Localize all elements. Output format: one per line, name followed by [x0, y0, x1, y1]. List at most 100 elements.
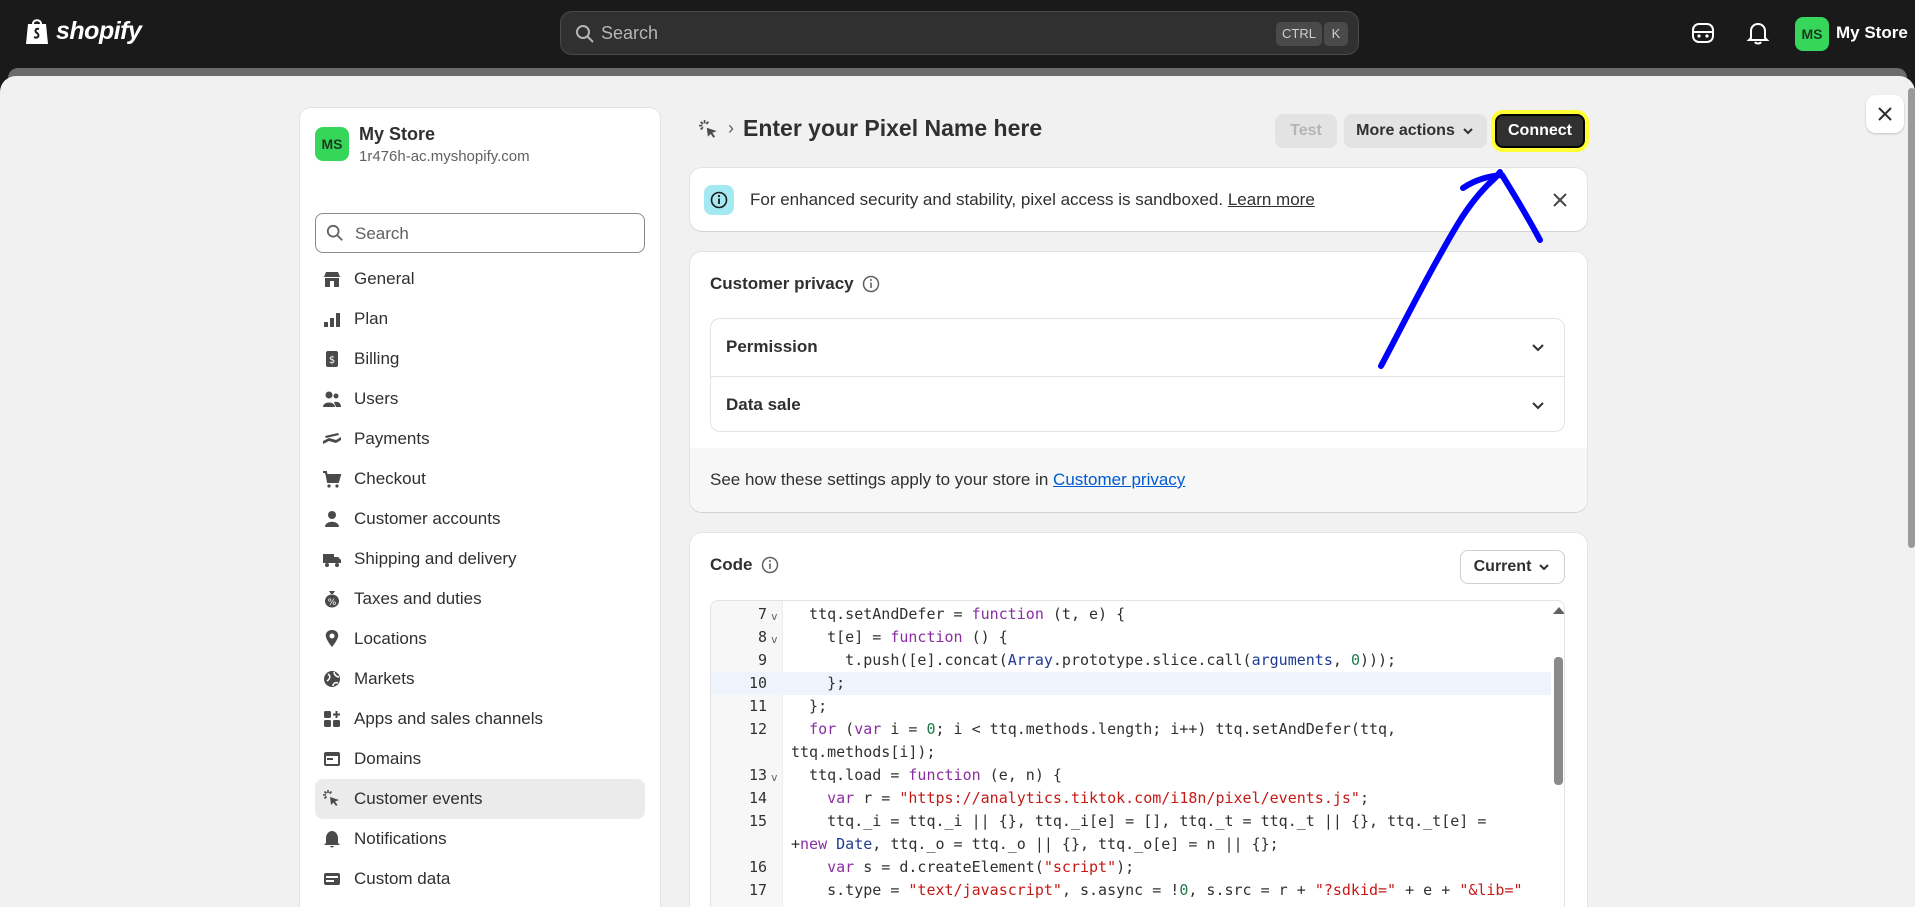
info-icon[interactable] [862, 275, 880, 293]
code-editor[interactable]: 7v ttq.setAndDefer = function (t, e) {8 v… [710, 600, 1565, 907]
shortcut-ctrl-key: CTRL [1276, 22, 1322, 46]
code-card: Code Current 7v ttq.setAndDefer = functi… [690, 533, 1587, 907]
code-line: 12 for (var i = 0; i < ttq.methods.lengt… [711, 718, 1551, 741]
scroll-up-icon[interactable] [1553, 607, 1564, 614]
shopify-logo[interactable]: shopify [24, 16, 142, 46]
customer-privacy-link[interactable]: Customer privacy [1053, 470, 1185, 489]
line-number: 10 [748, 674, 767, 692]
line-number: 8 [757, 628, 767, 646]
store-icon [324, 272, 340, 287]
line-number: 9 [757, 651, 767, 669]
more-actions-label: More actions [1356, 122, 1455, 139]
globe-icon [324, 671, 340, 687]
sidebar-item-label: Custom data [354, 869, 451, 888]
brand-name: shopify [56, 16, 142, 45]
code-text: }; [791, 674, 846, 692]
sidebar-item-label: Apps and sales channels [354, 709, 544, 728]
sidebar-item-markets[interactable]: Markets [315, 659, 645, 699]
code-text: t.push([e].concat(Array.prototype.slice.… [791, 651, 1397, 669]
sidebar-item-customer-accounts[interactable]: Customer accounts [315, 499, 645, 539]
permission-label: Permission [726, 337, 818, 356]
svg-text:$: $ [329, 355, 335, 366]
settings-search-input[interactable]: Search [315, 213, 645, 253]
settings-nav: General Plan $ Billing Users Payments Ch… [315, 259, 645, 899]
chevron-down-icon [1532, 344, 1544, 352]
page-scrollbar[interactable] [1908, 76, 1915, 907]
cursor-click-icon [323, 790, 339, 806]
info-icon [704, 185, 734, 215]
payments-icon [323, 433, 341, 444]
code-line: 15 ttq._i = ttq._i || {}, ttq._i[e] = []… [711, 810, 1551, 833]
billing-icon: $ [326, 351, 338, 367]
sidebar-item-apps[interactable]: Apps and sales channels [315, 699, 645, 739]
permission-accordion-row[interactable]: Permission [711, 319, 1564, 375]
store-switcher[interactable]: MS My Store 1r476h-ac.myshopify.com [315, 122, 530, 168]
info-icon[interactable] [761, 556, 779, 574]
code-text: var s = d.createElement("script"); [827, 858, 1135, 876]
sidebar-store-url: 1r476h-ac.myshopify.com [359, 148, 530, 165]
connect-button[interactable]: Connect [1495, 114, 1585, 148]
global-search-input[interactable]: Search CTRL K [560, 11, 1359, 55]
learn-more-link[interactable]: Learn more [1228, 190, 1315, 209]
privacy-footer: See how these settings apply to your sto… [690, 448, 1587, 512]
apps-icon [324, 711, 340, 727]
close-settings-button[interactable] [1866, 95, 1904, 133]
sidebar-item-label: Taxes and duties [354, 589, 482, 608]
sidebar-item-plan[interactable]: Plan [315, 299, 645, 339]
customer-privacy-heading: Customer privacy [710, 274, 854, 293]
plan-icon [324, 313, 340, 327]
fold-chevron-icon[interactable]: v [771, 628, 778, 651]
sidebar-item-payments[interactable]: Payments [315, 419, 645, 459]
version-select[interactable]: Current [1460, 550, 1565, 584]
sidebar-item-taxes[interactable]: % Taxes and duties [315, 579, 645, 619]
editor-scrollbar[interactable] [1551, 601, 1564, 907]
sidebar-item-customer-events[interactable]: Customer events [315, 779, 645, 819]
privacy-footer-text: See how these settings apply to your sto… [710, 470, 1185, 490]
editor-scrollbar-thumb[interactable] [1554, 657, 1563, 785]
customer-privacy-title: Customer privacy [710, 274, 880, 294]
line-number: 7 [757, 605, 767, 623]
search-icon [576, 25, 594, 43]
privacy-accordion: Permission Data sale [710, 318, 1565, 432]
more-actions-button[interactable]: More actions [1344, 114, 1487, 148]
fold-chevron-icon[interactable]: v [771, 605, 778, 628]
sidebar-item-locations[interactable]: Locations [315, 619, 645, 659]
data-sale-label: Data sale [726, 395, 801, 414]
banner-text: For enhanced security and stability, pix… [750, 190, 1315, 210]
sidebar-item-label: Customer events [354, 789, 483, 808]
store-name-top[interactable]: My Store [1836, 23, 1908, 43]
sidebar-item-notifications[interactable]: Notifications [315, 819, 645, 859]
sidebar-item-label: Notifications [354, 829, 447, 848]
sidebar-item-checkout[interactable]: Checkout [315, 459, 645, 499]
data-sale-accordion-row[interactable]: Data sale [711, 376, 1564, 432]
sidebar-item-label: Shipping and delivery [354, 549, 517, 568]
sidebar-item-general[interactable]: General [315, 259, 645, 299]
page-scrollbar-thumb[interactable] [1908, 88, 1915, 548]
sidebar-item-users[interactable]: Users [315, 379, 645, 419]
search-placeholder: Search [601, 23, 659, 43]
code-text: +new Date, ttq._o = ttq._o || {}, ttq._o… [791, 835, 1279, 853]
page-header: › Enter your Pixel Name here Test More a… [690, 110, 1587, 150]
bell-icon [324, 831, 340, 848]
code-line: 11 }; [711, 695, 1551, 718]
code-text: var r = "https://analytics.tiktok.com/i1… [827, 789, 1369, 807]
test-button[interactable]: Test [1275, 114, 1337, 148]
version-label: Current [1473, 558, 1532, 575]
sidebar-item-custom-data[interactable]: Custom data [315, 859, 645, 899]
sidebar-item-domains[interactable]: Domains [315, 739, 645, 779]
code-text: s.type = "text/javascript", s.async = !0… [791, 881, 1523, 899]
sidebar-item-label: Domains [354, 749, 422, 768]
line-number: 14 [748, 789, 767, 807]
dismiss-banner-icon[interactable] [1550, 190, 1570, 210]
code-line: 10 }; [711, 672, 1551, 695]
svg-text:%: % [328, 598, 337, 608]
sidebar-item-billing[interactable]: $ Billing [315, 339, 645, 379]
code-text: }; [791, 697, 828, 715]
line-number: 17 [748, 881, 767, 899]
fold-chevron-icon[interactable]: v [771, 766, 778, 789]
sidebar-item-shipping[interactable]: Shipping and delivery [315, 539, 645, 579]
user-avatar[interactable]: MS [1795, 17, 1829, 51]
notifications-bell-icon[interactable] [1745, 20, 1771, 46]
sidekick-icon[interactable] [1690, 20, 1716, 46]
customer-events-breadcrumb-icon[interactable] [698, 119, 720, 141]
